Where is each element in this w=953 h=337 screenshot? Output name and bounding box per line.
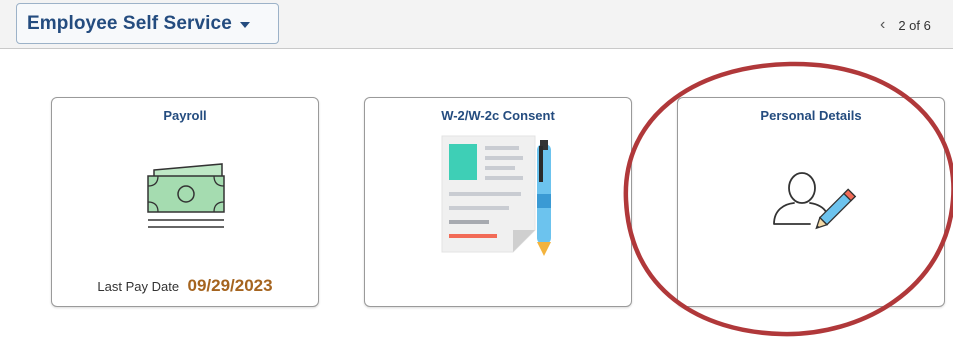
- homepage-pager: ‹ 2 of 6: [880, 16, 931, 34]
- page: Employee Self Service ‹ 2 of 6 Payroll L…: [0, 0, 953, 337]
- tile-title: Personal Details: [760, 108, 862, 123]
- money-icon: [147, 163, 225, 228]
- person-edit-icon: [773, 172, 857, 230]
- tile-payroll[interactable]: Payroll Last Pay Date 09/29/2023: [51, 97, 319, 307]
- last-pay-date-label: Last Pay Date: [97, 279, 180, 294]
- homepage-title: Employee Self Service: [27, 12, 232, 34]
- tile-title: Payroll: [163, 108, 207, 123]
- homepage-selector-dropdown[interactable]: Employee Self Service: [16, 3, 279, 44]
- chevron-down-icon: [239, 21, 250, 28]
- tile-personal-details[interactable]: Personal Details: [677, 97, 945, 307]
- last-pay-date: Last Pay Date 09/29/2023: [52, 276, 318, 296]
- tile-w2-consent[interactable]: W-2/W-2c Consent: [364, 97, 632, 307]
- previous-page-icon[interactable]: ‹: [880, 16, 885, 34]
- tile-title: W-2/W-2c Consent: [441, 108, 555, 123]
- page-indicator: 2 of 6: [898, 17, 931, 33]
- homepage-header: Employee Self Service ‹ 2 of 6: [0, 0, 953, 49]
- document-pen-icon: [441, 135, 551, 256]
- last-pay-date-value: 09/29/2023: [187, 276, 273, 295]
